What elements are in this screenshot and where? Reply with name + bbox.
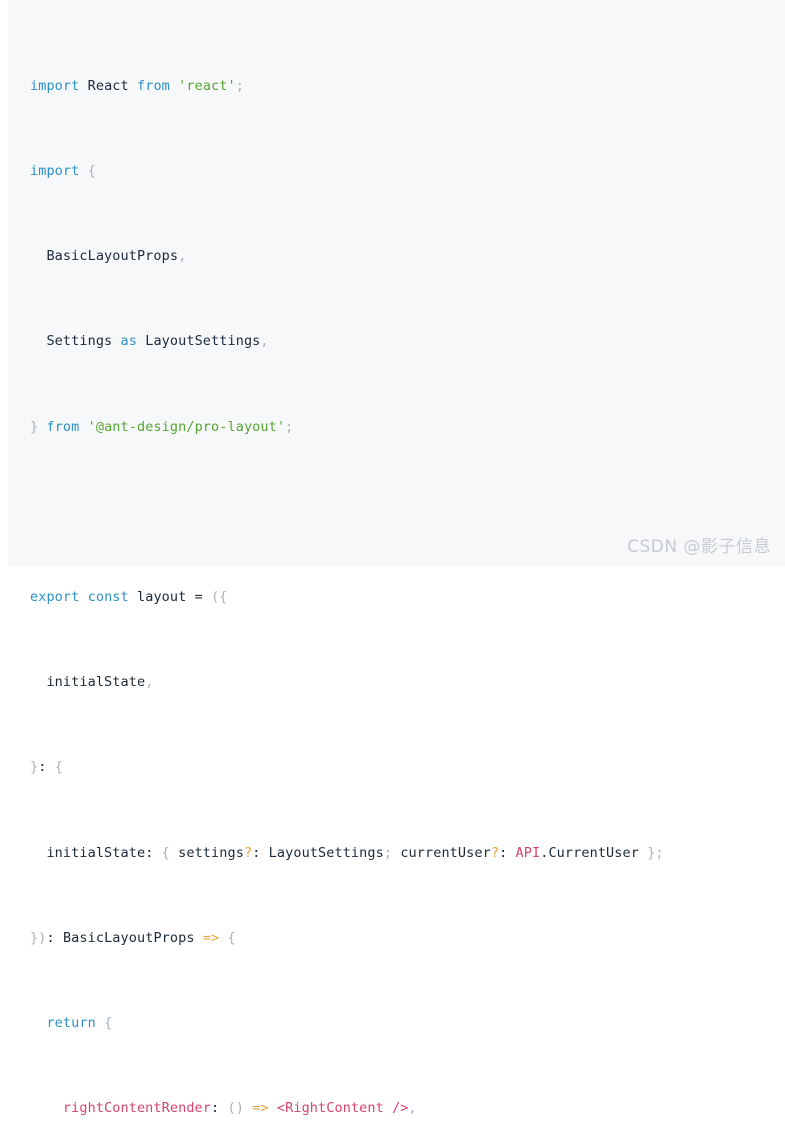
code-line-4: Settings as LayoutSettings, xyxy=(30,333,269,350)
identifier-layoutsettings: LayoutSettings xyxy=(145,333,261,350)
code-line-13: rightContentRender: () => <RightContent … xyxy=(30,1100,417,1117)
code-line-1: import React from 'react'; xyxy=(30,77,244,94)
string-pro-layout-module: '@ant-design/pro-layout' xyxy=(87,418,286,435)
keyword-from: from xyxy=(136,77,170,94)
code-line-9: }: { xyxy=(30,759,63,776)
code-line-8: initialState, xyxy=(30,674,154,691)
keyword-import: import xyxy=(30,163,80,180)
code-lines: import React from 'react'; import { Basi… xyxy=(8,12,785,1134)
identifier-layout: layout xyxy=(136,589,187,606)
csdn-watermark: CSDN @影子信息 xyxy=(627,537,771,557)
type-basiclayoutprops: BasicLayoutProps xyxy=(62,929,195,946)
type-layoutsettings: LayoutSettings xyxy=(268,844,384,861)
code-snippet-panel: import React from 'react'; import { Basi… xyxy=(1,0,785,1116)
property-settings: settings xyxy=(178,844,244,861)
keyword-import: import xyxy=(30,77,80,94)
keyword-from: from xyxy=(46,418,80,435)
left-gutter-strip xyxy=(1,0,8,567)
property-currentuser: currentUser xyxy=(400,844,491,861)
property-rightcontentrender: rightContentRender xyxy=(30,1100,212,1117)
namespace-api: API xyxy=(515,844,541,861)
code-line-3: BasicLayoutProps, xyxy=(30,248,187,265)
code-line-2: import { xyxy=(30,163,96,180)
code-line-7: export const layout = ({ xyxy=(30,589,228,606)
keyword-return: return xyxy=(30,1014,96,1031)
code-line-6-blank xyxy=(30,502,785,523)
identifier-settings: Settings xyxy=(30,333,113,350)
string-react-module: 'react' xyxy=(178,77,236,94)
keyword-export: export xyxy=(30,589,80,606)
property-initialstate: initialState xyxy=(30,844,146,861)
jsx-rightcontent: <RightContent /> xyxy=(276,1100,409,1117)
code-line-12: return { xyxy=(30,1014,113,1031)
identifier-react: React xyxy=(87,77,129,94)
identifier-initialstate: initialState xyxy=(30,674,146,691)
type-currentuser: CurrentUser xyxy=(548,844,639,861)
keyword-as: as xyxy=(120,333,137,350)
keyword-const: const xyxy=(87,589,129,606)
code-line-10: initialState: { settings?: LayoutSetting… xyxy=(30,844,664,861)
code-line-5: } from '@ant-design/pro-layout'; xyxy=(30,418,294,435)
code-line-11: }): BasicLayoutProps => { xyxy=(30,929,236,946)
identifier-basiclayoutprops: BasicLayoutProps xyxy=(30,248,179,265)
